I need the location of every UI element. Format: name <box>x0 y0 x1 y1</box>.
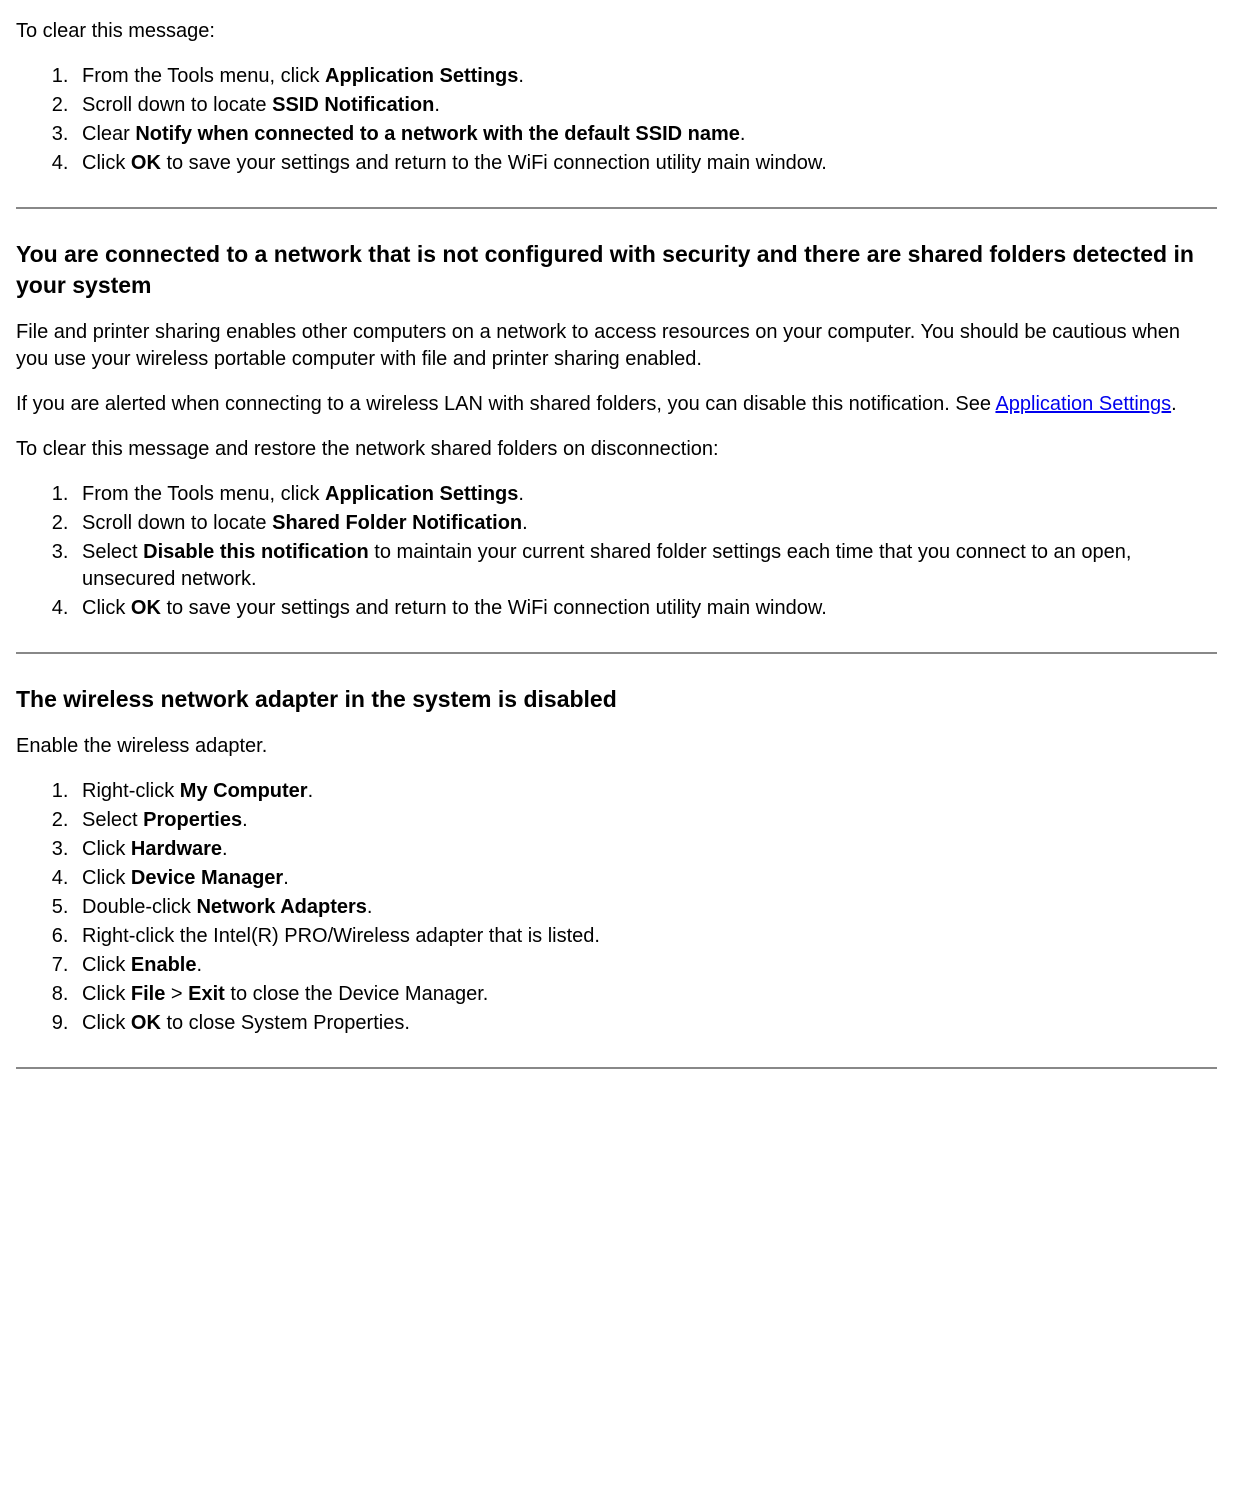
text: Click <box>82 597 131 619</box>
text: to close the Device Manager. <box>225 983 488 1005</box>
text: Select <box>82 541 143 563</box>
steps-list-3: Right-click My Computer. Select Properti… <box>16 778 1217 1037</box>
bold-text: Disable this notification <box>143 541 369 563</box>
bold-text: Network Adapters <box>196 896 366 918</box>
divider <box>16 1067 1217 1069</box>
text: . <box>518 65 524 87</box>
section-heading: The wireless network adapter in the syst… <box>16 684 1217 715</box>
text: From the Tools menu, click <box>82 65 325 87</box>
text: . <box>740 123 746 145</box>
text: . <box>1171 393 1177 415</box>
list-item: From the Tools menu, click Application S… <box>74 481 1217 508</box>
list-item: Right-click the Intel(R) PRO/Wireless ad… <box>74 923 1217 950</box>
text: Click <box>82 867 131 889</box>
list-item: Select Properties. <box>74 807 1217 834</box>
list-item: Click Device Manager. <box>74 865 1217 892</box>
text: . <box>283 867 289 889</box>
bold-text: OK <box>131 152 161 174</box>
bold-text: Application Settings <box>325 483 518 505</box>
text: Right-click the Intel(R) PRO/Wireless ad… <box>82 925 600 947</box>
bold-text: Shared Folder Notification <box>272 512 522 534</box>
paragraph: If you are alerted when connecting to a … <box>16 391 1217 418</box>
text: Clear <box>82 123 135 145</box>
list-item: Select Disable this notification to main… <box>74 539 1217 593</box>
bold-text: My Computer <box>180 780 308 802</box>
bold-text: Device Manager <box>131 867 283 889</box>
text: . <box>242 809 248 831</box>
list-item: Scroll down to locate Shared Folder Noti… <box>74 510 1217 537</box>
paragraph: To clear this message and restore the ne… <box>16 436 1217 463</box>
list-item: Click OK to close System Properties. <box>74 1010 1217 1037</box>
list-item: Click OK to save your settings and retur… <box>74 595 1217 622</box>
text: to save your settings and return to the … <box>161 597 827 619</box>
bold-text: Enable <box>131 954 197 976</box>
text: . <box>308 780 314 802</box>
bold-text: File <box>131 983 165 1005</box>
text: Select <box>82 809 143 831</box>
steps-list-1: From the Tools menu, click Application S… <box>16 63 1217 177</box>
bold-text: OK <box>131 597 161 619</box>
list-item: Scroll down to locate SSID Notification. <box>74 92 1217 119</box>
bold-text: Exit <box>188 983 225 1005</box>
text: If you are alerted when connecting to a … <box>16 393 995 415</box>
bold-text: Notify when connected to a network with … <box>135 123 740 145</box>
text: Right-click <box>82 780 180 802</box>
text: Click <box>82 838 131 860</box>
section-heading: You are connected to a network that is n… <box>16 239 1217 301</box>
text: . <box>222 838 228 860</box>
bold-text: Properties <box>143 809 242 831</box>
text: Scroll down to locate <box>82 512 272 534</box>
paragraph: Enable the wireless adapter. <box>16 733 1217 760</box>
text: Click <box>82 983 131 1005</box>
list-item: Click OK to save your settings and retur… <box>74 150 1217 177</box>
text: to save your settings and return to the … <box>161 152 827 174</box>
list-item: Click File > Exit to close the Device Ma… <box>74 981 1217 1008</box>
list-item: From the Tools menu, click Application S… <box>74 63 1217 90</box>
divider <box>16 207 1217 209</box>
list-item: Double-click Network Adapters. <box>74 894 1217 921</box>
text: Scroll down to locate <box>82 94 272 116</box>
text: From the Tools menu, click <box>82 483 325 505</box>
list-item: Clear Notify when connected to a network… <box>74 121 1217 148</box>
bold-text: Hardware <box>131 838 222 860</box>
list-item: Click Enable. <box>74 952 1217 979</box>
bold-text: OK <box>131 1012 161 1034</box>
bold-text: Application Settings <box>325 65 518 87</box>
text: . <box>518 483 524 505</box>
text: > <box>165 983 188 1005</box>
application-settings-link[interactable]: Application Settings <box>995 393 1171 415</box>
text: to close System Properties. <box>161 1012 410 1034</box>
text: Click <box>82 1012 131 1034</box>
text: Double-click <box>82 896 196 918</box>
paragraph: File and printer sharing enables other c… <box>16 319 1217 373</box>
text: . <box>522 512 528 534</box>
steps-list-2: From the Tools menu, click Application S… <box>16 481 1217 622</box>
text: . <box>196 954 202 976</box>
bold-text: SSID Notification <box>272 94 434 116</box>
intro-text: To clear this message: <box>16 18 1217 45</box>
list-item: Right-click My Computer. <box>74 778 1217 805</box>
divider <box>16 652 1217 654</box>
text: . <box>434 94 440 116</box>
text: Click <box>82 954 131 976</box>
text: Click <box>82 152 131 174</box>
list-item: Click Hardware. <box>74 836 1217 863</box>
text: . <box>367 896 373 918</box>
